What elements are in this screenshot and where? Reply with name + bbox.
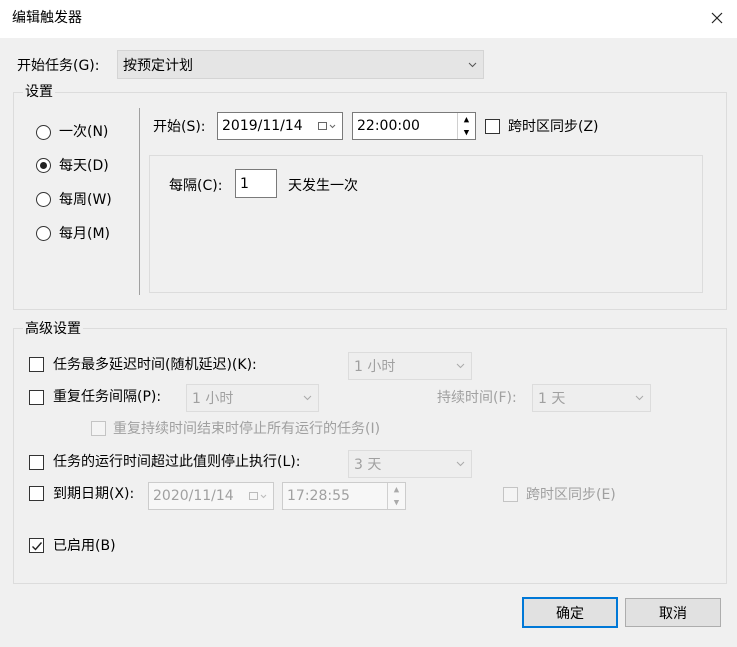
close-button[interactable] xyxy=(704,5,730,31)
start-time-value: 22:00:00 xyxy=(357,118,420,134)
chevron-down-icon xyxy=(456,461,465,467)
chevron-down-icon xyxy=(456,363,465,369)
stop-running-checkbox[interactable] xyxy=(91,421,106,436)
start-time-field[interactable]: 22:00:00 ▲ ▼ xyxy=(352,112,476,140)
spin-down-icon[interactable]: ▼ xyxy=(388,496,405,509)
duration-value: 1 天 xyxy=(538,391,566,407)
calendar-dropdown-icon xyxy=(318,122,336,130)
start-date-picker[interactable]: 2019/11/14 xyxy=(217,112,343,140)
expire-time-value: 17:28:55 xyxy=(287,488,350,504)
duration-label: 持续时间(F): xyxy=(437,390,517,406)
recur-label: 每隔(C): xyxy=(169,178,223,194)
delay-value: 1 小时 xyxy=(354,359,396,375)
expire-date-picker[interactable]: 2020/11/14 xyxy=(148,482,274,510)
title-bar: 编辑触发器 xyxy=(0,0,737,38)
stop-if-longer-value: 3 天 xyxy=(354,457,382,473)
repeat-value: 1 小时 xyxy=(192,391,234,407)
calendar-dropdown-icon xyxy=(249,492,267,500)
radio-monthly[interactable] xyxy=(36,226,51,241)
duration-combo[interactable]: 1 天 xyxy=(532,384,651,412)
recurrence-panel xyxy=(149,155,703,293)
spin-up-icon[interactable]: ▲ xyxy=(458,113,475,126)
radio-weekly[interactable] xyxy=(36,192,51,207)
stop-if-longer-combo[interactable]: 3 天 xyxy=(348,450,472,478)
ok-button[interactable]: 确定 xyxy=(522,597,618,628)
radio-daily-label: 每天(D) xyxy=(59,158,109,174)
enabled-checkbox[interactable] xyxy=(29,538,44,553)
begin-task-combo[interactable]: 按预定计划 xyxy=(117,50,484,79)
stop-running-label: 重复持续时间结束时停止所有运行的任务(I) xyxy=(113,421,381,437)
enabled-label: 已启用(B) xyxy=(53,538,116,554)
expire-time-field[interactable]: 17:28:55 ▲ ▼ xyxy=(282,482,406,510)
expire-label: 到期日期(X): xyxy=(53,486,135,502)
delay-label: 任务最多延迟时间(随机延迟)(K): xyxy=(53,357,257,373)
repeat-checkbox[interactable] xyxy=(29,390,44,405)
spin-down-icon[interactable]: ▼ xyxy=(458,126,475,139)
recur-suffix: 天发生一次 xyxy=(288,178,358,194)
expire-time-spinner[interactable]: ▲ ▼ xyxy=(387,483,405,509)
sync-timezone-label: 跨时区同步(Z) xyxy=(508,119,599,135)
advanced-group-label: 高级设置 xyxy=(23,320,83,338)
window-title: 编辑触发器 xyxy=(12,10,82,26)
stop-if-longer-label: 任务的运行时间超过此值则停止执行(L): xyxy=(53,454,301,470)
begin-task-value: 按预定计划 xyxy=(123,57,193,74)
chevron-down-icon xyxy=(635,395,644,401)
cancel-button[interactable]: 取消 xyxy=(625,598,721,627)
chevron-down-icon xyxy=(303,395,312,401)
delay-combo[interactable]: 1 小时 xyxy=(348,352,472,380)
recur-value: 1 xyxy=(240,175,249,192)
start-label: 开始(S): xyxy=(153,119,206,135)
radio-once[interactable] xyxy=(36,125,51,140)
repeat-combo[interactable]: 1 小时 xyxy=(186,384,319,412)
checkmark-icon xyxy=(32,542,43,551)
spin-up-icon[interactable]: ▲ xyxy=(388,483,405,496)
repeat-label: 重复任务间隔(P): xyxy=(53,389,162,405)
radio-once-label: 一次(N) xyxy=(59,124,109,140)
expire-checkbox[interactable] xyxy=(29,486,44,501)
recur-input[interactable]: 1 xyxy=(235,169,277,198)
expire-sync-label: 跨时区同步(E) xyxy=(526,487,616,503)
settings-separator xyxy=(139,108,140,295)
expire-date-value: 2020/11/14 xyxy=(153,488,234,504)
radio-weekly-label: 每周(W) xyxy=(59,192,112,208)
radio-monthly-label: 每月(M) xyxy=(59,226,111,242)
start-date-value: 2019/11/14 xyxy=(222,118,303,134)
cancel-button-label: 取消 xyxy=(659,605,687,622)
close-icon xyxy=(711,12,723,24)
delay-checkbox[interactable] xyxy=(29,357,44,372)
begin-task-label: 开始任务(G): xyxy=(17,58,100,74)
settings-group-label: 设置 xyxy=(23,83,55,101)
start-time-spinner[interactable]: ▲ ▼ xyxy=(457,113,475,139)
radio-daily[interactable] xyxy=(36,158,51,173)
stop-if-longer-checkbox[interactable] xyxy=(29,455,44,470)
ok-button-label: 确定 xyxy=(556,605,584,622)
chevron-down-icon xyxy=(468,62,477,67)
sync-timezone-checkbox[interactable] xyxy=(485,119,500,134)
expire-sync-checkbox[interactable] xyxy=(503,487,518,502)
